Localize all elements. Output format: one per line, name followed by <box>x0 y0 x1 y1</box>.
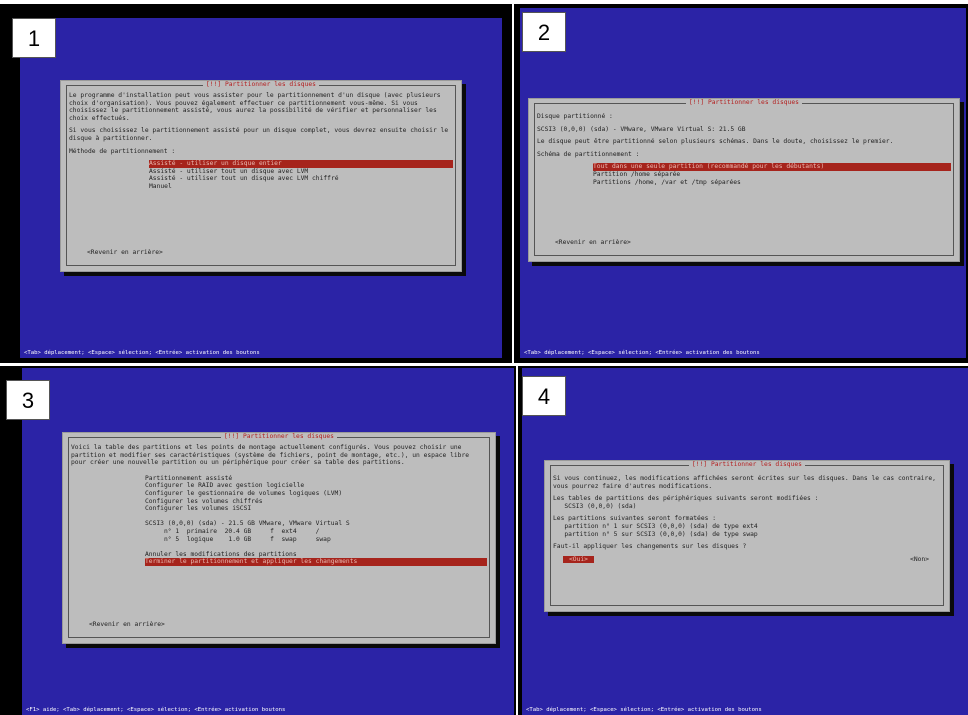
no-button[interactable]: <Non> <box>910 556 929 564</box>
dialog-body: Voici la table des partitions et les poi… <box>71 444 487 576</box>
panel-number: 4 <box>522 376 566 416</box>
menu-undo-changes[interactable]: Annuler les modifications des partitions <box>145 551 487 559</box>
method-label: Méthode de partitionnement : <box>69 147 176 155</box>
panel-2: [!!] Partitionner les disques Disque par… <box>514 4 968 363</box>
status-bar: <Tab> déplacement; <Espace> sélection; <… <box>526 707 762 713</box>
dialog-body: Le programme d'installation peut vous as… <box>69 92 453 201</box>
option-guided-lvm-encrypted[interactable]: Assisté - utiliser tout un disque avec L… <box>149 175 453 183</box>
partition-dialog-2: [!!] Partitionner les disques Disque par… <box>528 98 960 262</box>
info-text: Si vous choisissez le partitionnement as… <box>69 127 452 142</box>
installer-screen-2: [!!] Partitionner les disques Disque par… <box>520 8 966 358</box>
partition-entry-5[interactable]: n° 5 logique 1.0 GB f swap swap <box>145 536 487 544</box>
partition-dialog-1: [!!] Partitionner les disques Le program… <box>60 80 462 272</box>
disk-label: Disque partitionné : <box>537 113 613 120</box>
confirm-question: Faut-il appliquer les changements sur le… <box>553 543 747 551</box>
menu-spacer <box>145 543 487 551</box>
confirm-dialog-4: [!!] Partitionner les disques Si vous co… <box>544 460 950 612</box>
formatted-partitions: Les partitions suivantes seront formatée… <box>553 515 758 538</box>
method-options: Assisté - utiliser un disque entier Assi… <box>149 160 453 190</box>
menu-spacer <box>145 513 487 521</box>
scheme-label: Schéma de partitionnement : <box>537 150 640 158</box>
yes-button[interactable]: <Oui> <box>563 555 594 564</box>
disk-entry-sda[interactable]: SCSI3 (0,0,0) (sda) - 21.5 GB VMware, VM… <box>145 520 487 528</box>
dialog-title: [!!] Partitionner les disques <box>67 81 455 89</box>
menu-configure-raid[interactable]: Configurer le RAID avec gestion logiciel… <box>145 482 487 490</box>
panel-1: [!!] Partitionner les disques Le program… <box>0 4 512 363</box>
option-single-partition[interactable]: Tout dans une seule partition (recommand… <box>593 163 951 171</box>
partition-dialog-3: [!!] Partitionner les disques Voici la t… <box>62 432 496 644</box>
panel-number: 3 <box>6 380 50 420</box>
modified-tables: Les tables de partitions des périphériqu… <box>553 495 819 510</box>
status-bar: <Tab> déplacement; <Espace> sélection; <… <box>524 350 760 356</box>
menu-finish-partitioning[interactable]: Terminer le partitionnement et appliquer… <box>145 558 487 566</box>
menu-configure-encrypted[interactable]: Configurer les volumes chiffrés <box>145 498 487 506</box>
intro-text: Voici la table des partitions et les poi… <box>71 444 473 467</box>
option-separate-home[interactable]: Partition /home séparée <box>593 171 951 179</box>
status-bar: <Tab> déplacement; <Espace> sélection; <… <box>24 350 260 356</box>
warning-text: Si vous continuez, les modifications aff… <box>553 475 940 490</box>
panel-number: 1 <box>12 18 56 58</box>
button-bar: <Oui> <Non> <box>553 555 941 566</box>
scheme-options: Tout dans une seule partition (recommand… <box>593 163 951 186</box>
installer-screen-4: [!!] Partitionner les disques Si vous co… <box>522 368 968 715</box>
scheme-info: Le disque peut être partitionné selon pl… <box>537 138 894 146</box>
installer-screen-3: [!!] Partitionner les disques Voici la t… <box>22 368 514 715</box>
option-separate-home-var-tmp[interactable]: Partitions /home, /var et /tmp séparées <box>593 179 951 187</box>
partition-menu: Partitionnement assisté Configurer le RA… <box>145 475 487 566</box>
go-back-button[interactable]: <Revenir en arrière> <box>89 621 165 629</box>
dialog-body: Disque partitionné : SCSI3 (0,0,0) (sda)… <box>537 113 951 196</box>
go-back-button[interactable]: <Revenir en arrière> <box>87 249 163 257</box>
menu-configure-lvm[interactable]: Configurer le gestionnaire de volumes lo… <box>145 490 487 498</box>
panel-3: [!!] Partitionner les disques Voici la t… <box>0 366 516 715</box>
dialog-title: [!!] Partitionner les disques <box>551 461 943 469</box>
dialog-title: [!!] Partitionner les disques <box>535 99 953 107</box>
menu-guided-partitioning[interactable]: Partitionnement assisté <box>145 475 487 483</box>
dialog-title: [!!] Partitionner les disques <box>69 433 489 441</box>
panel-4: [!!] Partitionner les disques Si vous co… <box>518 366 968 715</box>
installer-screen-1: [!!] Partitionner les disques Le program… <box>20 18 502 358</box>
panel-number: 2 <box>522 12 566 52</box>
option-guided-whole-disk[interactable]: Assisté - utiliser un disque entier <box>149 160 453 168</box>
intro-text: Le programme d'installation peut vous as… <box>69 92 445 122</box>
disk-name: SCSI3 (0,0,0) (sda) - VMware, VMware Vir… <box>537 125 746 133</box>
status-bar: <F1> aide; <Tab> déplacement; <Espace> s… <box>26 707 286 713</box>
go-back-button[interactable]: <Revenir en arrière> <box>555 239 631 247</box>
option-manual[interactable]: Manuel <box>149 183 453 191</box>
dialog-body: Si vous continuez, les modifications aff… <box>553 475 941 566</box>
partition-entry-1[interactable]: n° 1 primaire 20.4 GB f ext4 / <box>145 528 487 536</box>
menu-configure-iscsi[interactable]: Configurer les volumes iSCSI <box>145 505 487 513</box>
